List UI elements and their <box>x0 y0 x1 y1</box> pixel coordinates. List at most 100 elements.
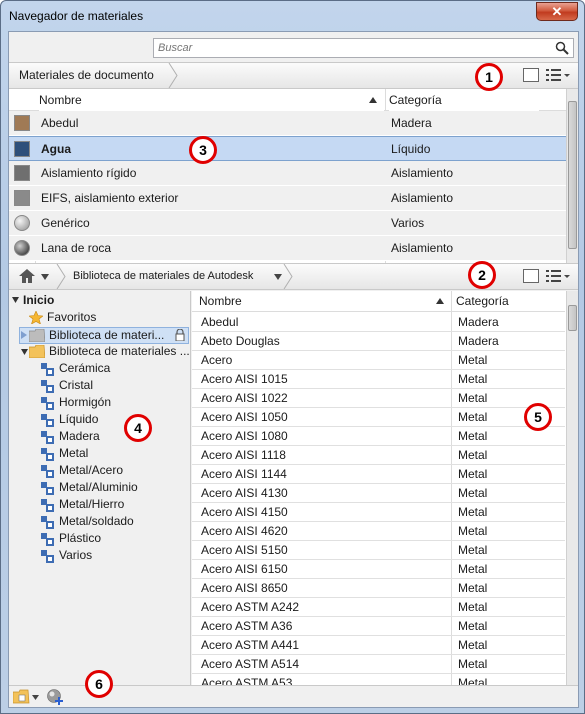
document-row[interactable]: Lana de roca Aislamiento <box>9 236 566 261</box>
tree-item-metal-soldado[interactable]: Metal/soldado <box>59 513 134 530</box>
document-header-category[interactable]: Categoría <box>389 89 539 111</box>
toggle-view-icon[interactable] <box>523 68 539 82</box>
document-row[interactable]: Genérico Varios <box>9 211 566 236</box>
search-input[interactable] <box>154 39 544 57</box>
document-header-name[interactable]: Nombre <box>39 89 384 111</box>
library-row[interactable]: Acero AISI 1144 Metal <box>192 465 565 484</box>
tree-item-plastico[interactable]: Plástico <box>59 530 101 547</box>
material-swatch-icon <box>14 190 30 206</box>
tree-root[interactable]: Inicio <box>23 292 54 309</box>
material-category: Metal <box>458 429 488 443</box>
library-row[interactable]: Abedul Madera <box>192 313 565 332</box>
library-row[interactable]: Acero AISI 1050 Metal <box>192 408 565 427</box>
category-icon <box>41 550 54 563</box>
search-icon[interactable] <box>555 41 569 55</box>
document-row[interactable]: EIFS, aislamiento exterior Aislamiento <box>9 186 566 211</box>
library-scrollbar-thumb[interactable] <box>568 305 577 331</box>
library-header-name[interactable]: Nombre <box>199 291 439 312</box>
document-breadcrumb[interactable]: Materiales de documento <box>19 63 154 88</box>
tree-item-hormigon[interactable]: Hormigón <box>59 394 111 411</box>
library-row[interactable]: Acero AISI 1080 Metal <box>192 427 565 446</box>
tree-item-metal-acero[interactable]: Metal/Acero <box>59 462 123 479</box>
library-row[interactable]: Acero AISI 4150 Metal <box>192 503 565 522</box>
tree-item-favoritos[interactable]: Favoritos <box>47 309 96 326</box>
title-bar[interactable]: Navegador de materiales ✕ <box>1 1 584 31</box>
tree-item-cristal[interactable]: Cristal <box>59 377 93 394</box>
library-row[interactable]: Acero AISI 4620 Metal <box>192 522 565 541</box>
tree-item-metal[interactable]: Metal <box>59 445 88 462</box>
toggle-view-icon[interactable] <box>523 269 539 283</box>
library-row[interactable]: Acero AISI 1015 Metal <box>192 370 565 389</box>
material-swatch-icon <box>14 240 30 256</box>
material-category: Aislamiento <box>391 166 454 180</box>
document-scrollbar-thumb[interactable] <box>568 101 577 249</box>
library-row[interactable]: Acero ASTM A242 Metal <box>192 598 565 617</box>
material-category: Varios <box>391 216 425 230</box>
document-row-selected[interactable]: Agua Líquido <box>9 136 566 161</box>
document-row[interactable]: Abedul Madera <box>9 111 566 136</box>
chevron-down-icon[interactable] <box>41 274 49 280</box>
material-name: Acero AISI 6150 <box>201 562 288 576</box>
callout-5: 5 <box>524 403 552 431</box>
library-header-category[interactable]: Categoría <box>456 291 556 312</box>
material-swatch-icon <box>14 141 30 157</box>
library-row[interactable]: Acero AISI 1118 Metal <box>192 446 565 465</box>
library-breadcrumb[interactable]: Biblioteca de materiales de Autodesk <box>73 264 253 289</box>
document-materials-table: Nombre Categoría Abedul Madera Agua Líqu… <box>9 89 578 264</box>
list-view-options-icon[interactable] <box>545 67 571 83</box>
material-category: Metal <box>458 486 488 500</box>
material-category: Metal <box>458 657 488 671</box>
tree-item-madera[interactable]: Madera <box>59 428 100 445</box>
material-category: Madera <box>458 334 499 348</box>
chevron-down-icon[interactable] <box>274 274 282 280</box>
breadcrumb-separator-icon <box>56 264 66 289</box>
breadcrumb-separator-icon <box>168 63 178 88</box>
library-row[interactable]: Acero ASTM A441 Metal <box>192 636 565 655</box>
category-icon <box>41 533 54 546</box>
category-icon <box>41 397 54 410</box>
tree-item-liquido[interactable]: Líquido <box>59 411 98 428</box>
material-category: Metal <box>458 524 488 538</box>
library-row[interactable]: Acero AISI 4130 Metal <box>192 484 565 503</box>
category-icon <box>41 363 54 376</box>
library-row[interactable]: Acero AISI 6150 Metal <box>192 560 565 579</box>
create-material-icon[interactable] <box>47 689 64 705</box>
library-row[interactable]: Acero AISI 5150 Metal <box>192 541 565 560</box>
window-title: Navegador de materiales <box>9 9 144 23</box>
material-name: Acero ASTM A36 <box>201 619 293 633</box>
manage-library-icon[interactable] <box>13 689 30 704</box>
material-category: Metal <box>458 676 488 685</box>
document-scrollbar[interactable] <box>566 89 578 263</box>
tree-item-metal-hierro[interactable]: Metal/Hierro <box>59 496 124 513</box>
home-icon[interactable] <box>19 269 35 283</box>
library-row[interactable]: Abeto Douglas Madera <box>192 332 565 351</box>
tree-collapse-icon[interactable] <box>21 349 28 355</box>
library-scrollbar[interactable] <box>566 291 578 685</box>
document-row[interactable]: Aislamiento rígido Aislamiento <box>9 161 566 186</box>
folder-icon <box>29 345 45 358</box>
tree-item-varios[interactable]: Varios <box>59 547 92 564</box>
library-row[interactable]: Acero AISI 8650 Metal <box>192 579 565 598</box>
search-box[interactable] <box>153 38 574 58</box>
tree-collapse-icon[interactable] <box>12 297 19 303</box>
material-name: Abedul <box>201 315 239 329</box>
list-view-options-icon[interactable] <box>545 268 571 284</box>
library-row[interactable]: Acero Metal <box>192 351 565 370</box>
chevron-down-icon[interactable] <box>32 695 39 700</box>
material-swatch-icon <box>14 215 30 231</box>
tree-item-metal-aluminio[interactable]: Metal/Aluminio <box>59 479 138 496</box>
library-row[interactable]: Acero AISI 1022 Metal <box>192 389 565 408</box>
tree-item-library[interactable]: Biblioteca de materiales ... <box>49 343 190 360</box>
category-icon <box>41 448 54 461</box>
tree-expand-icon[interactable] <box>21 331 27 339</box>
material-category: Metal <box>458 467 488 481</box>
library-row[interactable]: Acero ASTM A53 Metal <box>192 674 565 685</box>
close-button[interactable]: ✕ <box>536 2 578 21</box>
tree-item-ceramica[interactable]: Cerámica <box>59 360 110 377</box>
library-row[interactable]: Acero ASTM A36 Metal <box>192 617 565 636</box>
material-name: Acero AISI 1015 <box>201 372 288 386</box>
callout-4: 4 <box>124 414 152 442</box>
material-name: Acero AISI 4150 <box>201 505 288 519</box>
tree-item-library-locked[interactable]: Biblioteca de materi... <box>49 327 164 344</box>
library-row[interactable]: Acero ASTM A514 Metal <box>192 655 565 674</box>
